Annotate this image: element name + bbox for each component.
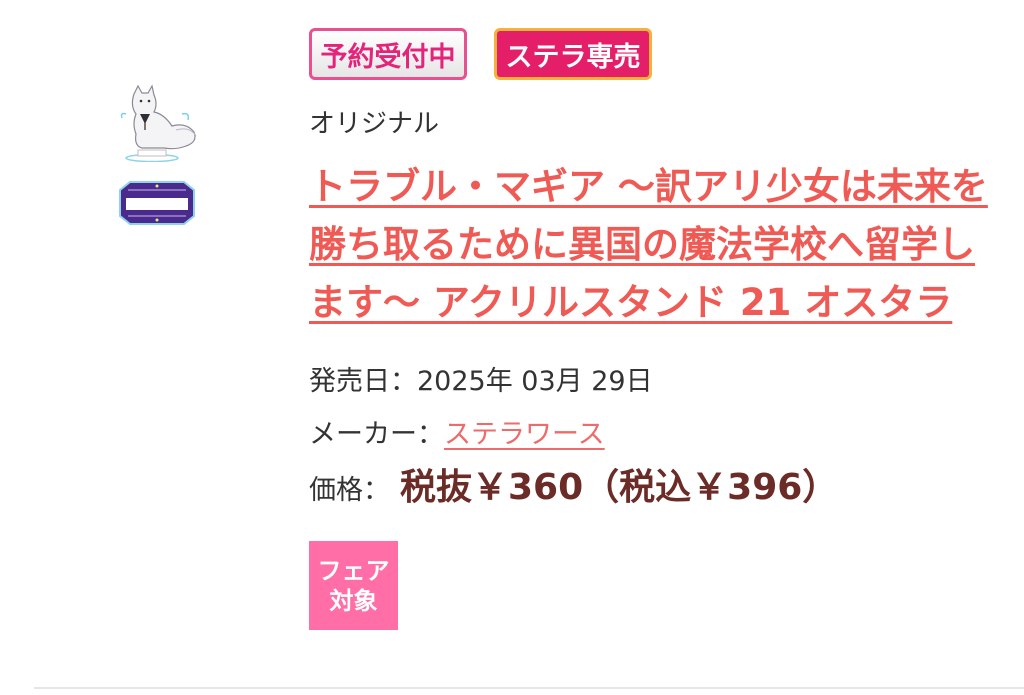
fair-target-tag: フェア 対象 — [309, 541, 398, 630]
series-name: オリジナル — [309, 109, 440, 139]
price-value: 税抜￥360（税込￥396） — [400, 467, 839, 508]
release-date-value: 2025年 03月 29日 — [417, 366, 653, 397]
release-date-row: 発売日：2025年 03月 29日 — [309, 360, 1009, 404]
item-divider — [34, 687, 1024, 689]
release-date-label: 発売日： — [309, 366, 417, 397]
reservation-badge: 予約受付中 — [309, 28, 467, 80]
fair-tag-line1: フェア — [317, 556, 390, 585]
price-label: 価格： — [309, 475, 390, 506]
maker-link[interactable]: ステラワース — [444, 419, 605, 450]
fair-tag-line2: 対象 — [329, 586, 378, 615]
product-image-nameplate[interactable] — [114, 176, 200, 230]
badge-row: 予約受付中 ステラ専売 — [309, 28, 1009, 86]
product-thumbnails — [112, 84, 208, 230]
stella-exclusive-badge: ステラ専売 — [494, 28, 652, 80]
maker-label: メーカー： — [309, 419, 444, 450]
maker-row: メーカー：ステラワース — [309, 413, 1009, 457]
price-row: 価格： 税抜￥360（税込￥396） — [309, 466, 1009, 513]
product-image-cat-acrylic-stand[interactable] — [112, 84, 204, 162]
product-detail: 予約受付中 ステラ専売 オリジナル トラブル・マギア ～訳アリ少女は未来を勝ち取… — [309, 28, 1009, 630]
product-title-link[interactable]: トラブル・マギア ～訳アリ少女は未来を勝ち取るために異国の魔法学校へ留学します～… — [309, 158, 999, 332]
